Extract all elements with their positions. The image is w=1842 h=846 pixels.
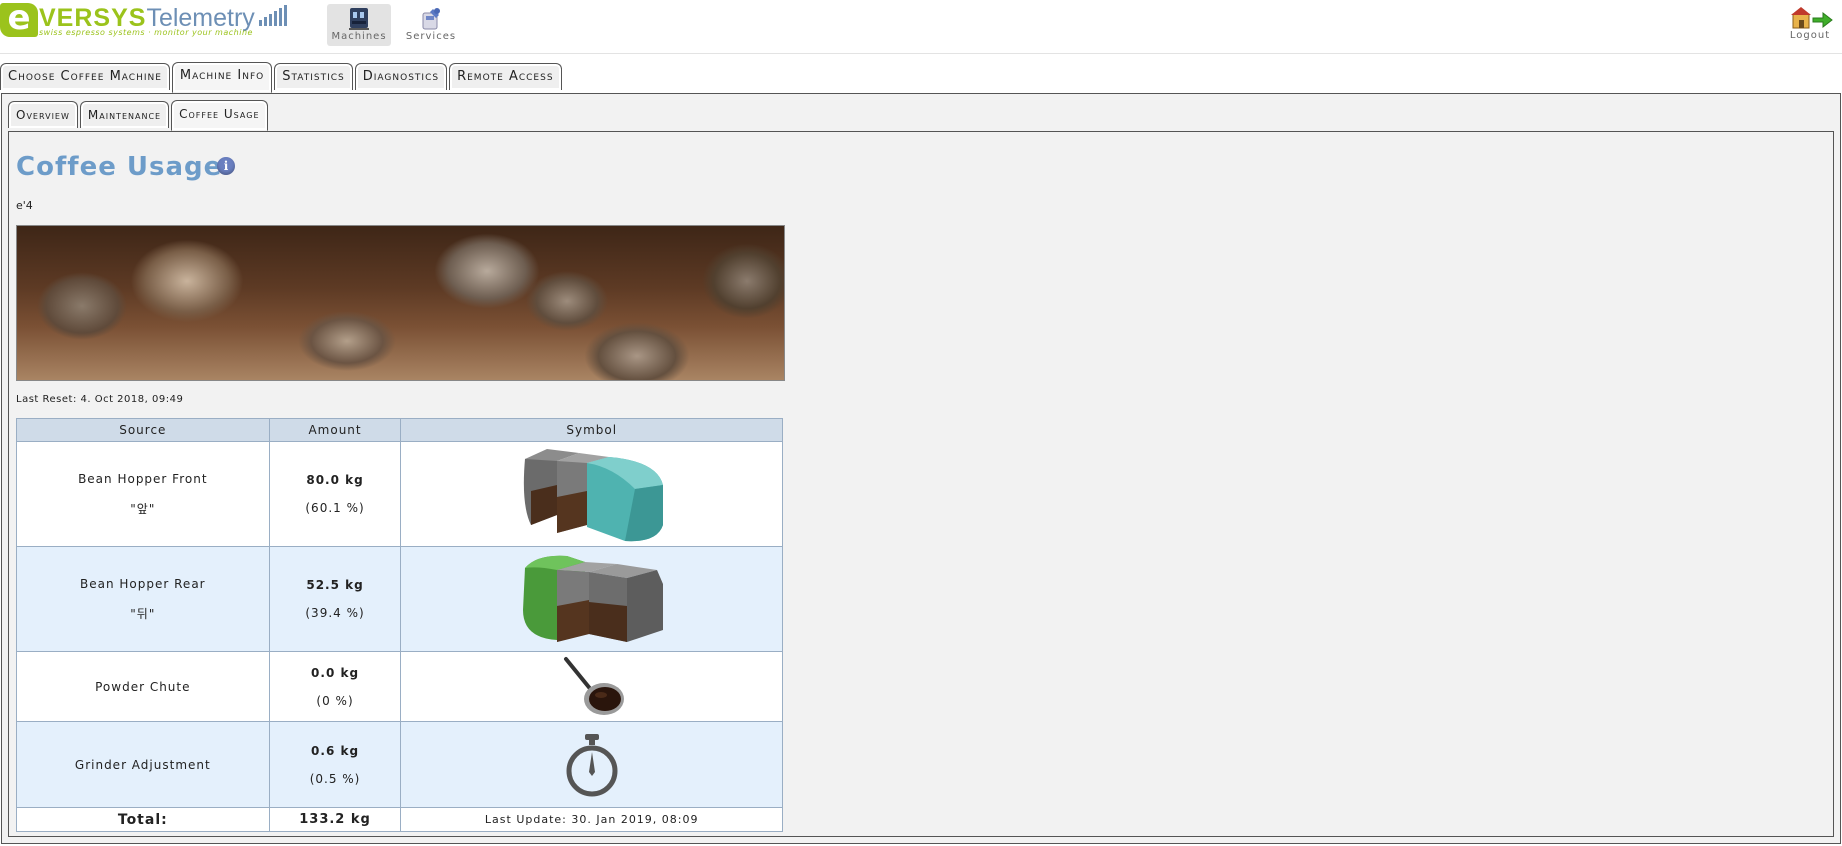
last-update-text: Last Update: 30. Jan 2019, 08:09	[400, 807, 783, 832]
table-header-row: Source Amount Symbol	[16, 418, 783, 442]
symbol-cell	[400, 546, 783, 652]
amount-cell: 80.0 kg (60.1 %)	[268, 441, 402, 547]
source-sublabel: "앞"	[130, 501, 156, 516]
logo-versys: VERSYS	[39, 4, 147, 32]
amount-percent: (39.4 %)	[305, 606, 365, 620]
source-label: Bean Hopper Rear	[80, 576, 206, 591]
logo-tagline: swiss espresso systems · monitor your ma…	[39, 28, 253, 37]
source-cell: Grinder Adjustment	[16, 721, 270, 808]
coffee-beans-banner-image	[16, 225, 785, 381]
symbol-cell	[400, 721, 783, 808]
header-symbol: Symbol	[400, 418, 783, 442]
sub-tabs: Overview Maintenance Coffee Usage	[8, 100, 268, 131]
source-cell: Powder Chute	[16, 651, 270, 722]
stopwatch-icon	[566, 733, 618, 796]
header-amount: Amount	[268, 418, 402, 442]
powder-scoop-icon	[563, 656, 624, 715]
source-label: Bean Hopper Front	[78, 471, 208, 486]
page-title: Coffee Usage	[16, 152, 223, 182]
symbol-cell	[400, 651, 783, 722]
tab-machine-info[interactable]: Machine Info	[171, 62, 273, 93]
source-sublabel: "뒤"	[130, 606, 156, 621]
logo-bars-icon	[258, 4, 287, 26]
tab-coffee-usage[interactable]: Coffee Usage	[171, 100, 268, 131]
source-label: Grinder Adjustment	[74, 757, 211, 772]
coffee-usage-table: Source Amount Symbol Bean Hopper Front "…	[16, 418, 783, 832]
services-icon	[422, 8, 440, 30]
logout-label: Logout	[1789, 30, 1831, 41]
tab-diagnostics[interactable]: Diagnostics	[354, 63, 448, 90]
amount-cell: 0.0 kg (0 %)	[268, 651, 402, 722]
amount-value: 52.5 kg	[306, 578, 364, 592]
amount-percent: (0.5 %)	[309, 771, 361, 786]
source-cell: Bean Hopper Rear "뒤"	[16, 546, 270, 652]
tab-statistics[interactable]: Statistics	[274, 63, 353, 90]
machines-icon	[349, 8, 369, 30]
amount-cell: 0.6 kg (0.5 %)	[268, 721, 402, 808]
info-icon[interactable]: i	[217, 157, 235, 175]
tab-remote-access[interactable]: Remote Access	[449, 63, 562, 90]
header-source: Source	[16, 418, 270, 442]
eversys-telemetry-logo[interactable]: e VERSYS Telemetry swiss espresso system…	[0, 1, 287, 37]
top-navigation: Machines Services	[327, 4, 463, 46]
amount-percent: (0 %)	[316, 693, 354, 708]
tab-maintenance[interactable]: Maintenance	[79, 101, 170, 128]
nav-machines[interactable]: Machines	[327, 4, 391, 46]
total-label: Total:	[16, 807, 270, 832]
last-reset-text: Last Reset: 4. Oct 2018, 09:49	[16, 394, 184, 405]
amount-value: 80.0 kg	[306, 473, 364, 487]
logout-button[interactable]: Logout	[1784, 6, 1836, 41]
amount-cell: 52.5 kg (39.4 %)	[268, 546, 402, 652]
logout-icon	[1791, 7, 1833, 29]
machine-name: e'4	[16, 199, 33, 212]
table-row: Bean Hopper Front "앞" 80.0 kg (60.1 %)	[16, 441, 783, 547]
bean-hopper-front-icon	[523, 449, 663, 542]
main-tabs: Choose Coffee Machine Machine Info Stati…	[0, 62, 562, 93]
amount-value: 0.6 kg	[311, 743, 360, 758]
logo-telemetry: Telemetry	[146, 4, 255, 32]
tab-choose-coffee-machine[interactable]: Choose Coffee Machine	[0, 63, 170, 90]
symbol-cell	[400, 441, 783, 547]
nav-machines-label: Machines	[331, 31, 387, 42]
table-total-row: Total: 133.2 kg Last Update: 30. Jan 201…	[16, 807, 783, 832]
table-row: Grinder Adjustment 0.6 kg (0.5 %)	[16, 721, 783, 808]
app-header: e VERSYS Telemetry swiss espresso system…	[0, 0, 1842, 54]
source-label: Powder Chute	[95, 679, 191, 694]
tab-overview[interactable]: Overview	[8, 101, 78, 128]
amount-percent: (60.1 %)	[305, 501, 365, 515]
amount-value: 0.0 kg	[311, 665, 360, 680]
total-amount: 133.2 kg	[268, 807, 402, 832]
bean-hopper-rear-icon	[522, 555, 663, 642]
source-cell: Bean Hopper Front "앞"	[16, 441, 270, 547]
nav-services-label: Services	[405, 31, 457, 42]
table-row: Powder Chute 0.0 kg (0 %)	[16, 651, 783, 722]
table-row: Bean Hopper Rear "뒤" 52.5 kg (39.4 %)	[16, 546, 783, 652]
nav-services[interactable]: Services	[399, 4, 463, 46]
logo-e-mark: e	[0, 1, 38, 37]
logo-text: VERSYS Telemetry swiss espresso systems …	[39, 4, 287, 37]
